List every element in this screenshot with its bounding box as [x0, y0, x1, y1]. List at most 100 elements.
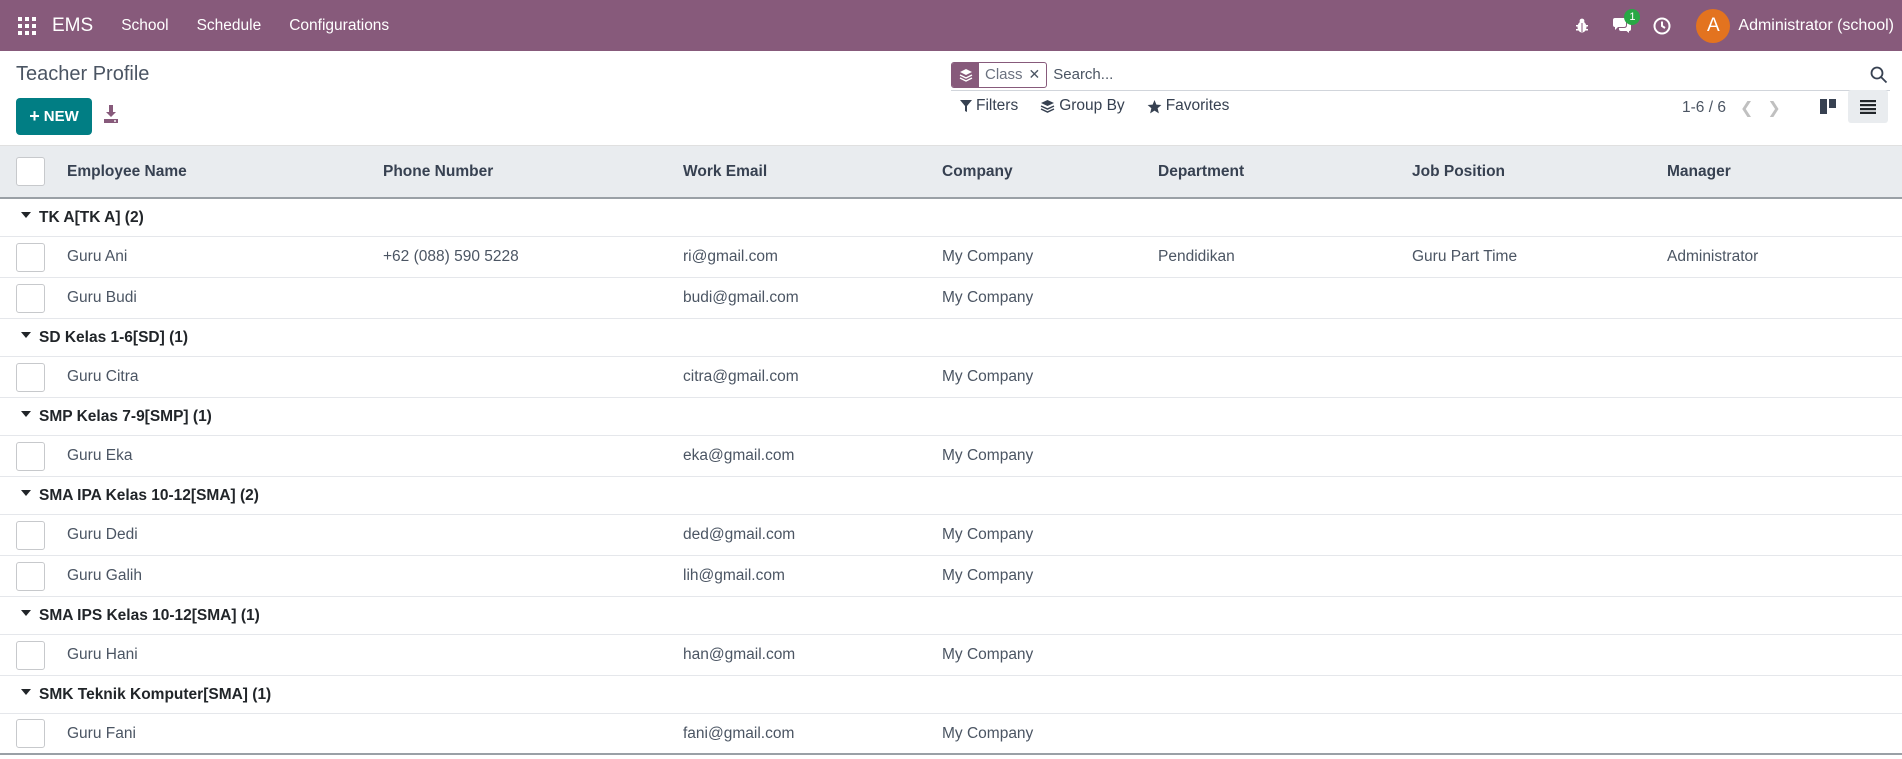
row-checkbox[interactable]	[16, 561, 45, 591]
column-employee-name[interactable]: Employee Name	[67, 163, 187, 181]
column-work-email[interactable]: Work Email	[683, 163, 767, 181]
list-table: Employee Name Phone Number Work Email Co…	[0, 146, 1902, 755]
caret-down-icon	[21, 211, 31, 218]
group-label: SMP Kelas 7-9[SMP] (1)	[39, 407, 212, 425]
column-department[interactable]: Department	[1158, 163, 1244, 181]
row-checkbox[interactable]	[16, 283, 45, 313]
download-icon[interactable]	[102, 104, 120, 124]
new-button-label: NEW	[43, 108, 79, 125]
star-icon	[1147, 99, 1162, 113]
column-manager[interactable]: Manager	[1667, 163, 1731, 181]
work-email-cell: eka@gmail.com	[683, 447, 795, 464]
row-checkbox[interactable]	[16, 640, 45, 670]
favorites-label: Favorites	[1165, 97, 1230, 114]
group-row[interactable]: SD Kelas 1-6[SD] (1)	[0, 319, 1902, 357]
company-cell: My Company	[942, 724, 1034, 742]
employee-name-cell: Guru Budi	[67, 289, 137, 306]
group-row[interactable]: TK A[TK A] (2)	[0, 199, 1902, 237]
apps-grid-icon[interactable]	[18, 16, 36, 35]
table-row[interactable]: Guru Citra citra@gmail.com My Company	[0, 357, 1902, 398]
chat-icon[interactable]: 1	[1602, 0, 1642, 51]
user-menu[interactable]: Administrator (school)	[1738, 17, 1894, 35]
employee-name-cell: Guru Citra	[67, 368, 139, 385]
search-bar: Class ✕	[951, 59, 1890, 91]
activity-clock-icon[interactable]	[1642, 0, 1682, 51]
pager-prev-icon[interactable]: ❮	[1740, 98, 1753, 118]
group-label: SMA IPA Kelas 10-12[SMA] (2)	[39, 486, 259, 504]
column-phone-number[interactable]: Phone Number	[383, 163, 493, 181]
group-label: SMA IPS Kelas 10-12[SMA] (1)	[39, 606, 260, 624]
search-icon[interactable]	[1868, 64, 1890, 86]
group-by-label: Group By	[1059, 97, 1125, 114]
table-row[interactable]: Guru Ani +62 (088) 590 5228 ri@gmail.com My…	[0, 237, 1902, 278]
employee-name-cell: Guru Ani	[67, 248, 128, 265]
table-row[interactable]: Guru Galih lih@gmail.com My Company	[0, 556, 1902, 597]
employee-name-cell: Guru Fani	[67, 724, 136, 742]
row-checkbox[interactable]	[16, 362, 45, 392]
group-label: SD Kelas 1-6[SD] (1)	[39, 328, 189, 346]
work-email-cell: ded@gmail.com	[683, 526, 796, 543]
table-row[interactable]: Guru Hani han@gmail.com My Company	[0, 635, 1902, 676]
chat-badge: 1	[1624, 9, 1641, 25]
menu-schedule[interactable]: Schedule	[197, 17, 262, 35]
group-label: SMK Teknik Komputer[SMA] (1)	[39, 685, 272, 703]
plus-icon: +	[29, 106, 40, 126]
column-job-position[interactable]: Job Position	[1412, 163, 1505, 181]
row-checkbox[interactable]	[16, 441, 45, 471]
column-company[interactable]: Company	[942, 163, 1013, 181]
company-cell: My Company	[942, 248, 1034, 265]
menu-school[interactable]: School	[121, 17, 168, 35]
row-checkbox[interactable]	[16, 719, 45, 748]
department-cell: Pendidikan	[1158, 248, 1235, 265]
facet-label: Class	[985, 66, 1023, 83]
select-all-checkbox[interactable]	[16, 157, 45, 186]
table-header: Employee Name Phone Number Work Email Co…	[0, 146, 1902, 199]
caret-down-icon	[21, 489, 31, 496]
row-checkbox[interactable]	[16, 242, 45, 272]
row-checkbox[interactable]	[16, 520, 45, 550]
phone-number-cell: +62 (088) 590 5228	[383, 248, 519, 265]
company-cell: My Company	[942, 368, 1034, 385]
app-brand[interactable]: EMS	[52, 15, 93, 37]
table-row[interactable]: Guru Eka eka@gmail.com My Company	[0, 436, 1902, 477]
employee-name-cell: Guru Hani	[67, 646, 138, 663]
avatar[interactable]: A	[1696, 8, 1731, 43]
page-title: Teacher Profile	[16, 63, 150, 85]
filters-button[interactable]: Filters	[960, 97, 1018, 115]
employee-name-cell: Guru Eka	[67, 447, 133, 464]
caret-down-icon	[21, 410, 31, 417]
facet-close-icon[interactable]: ✕	[1029, 66, 1047, 83]
view-switcher	[1808, 90, 1888, 123]
search-input[interactable]	[1053, 66, 1868, 83]
control-panel: Teacher Profile + NEW Class ✕ Filters Gr…	[0, 51, 1902, 146]
pager-next-icon[interactable]: ❯	[1767, 98, 1780, 118]
work-email-cell: citra@gmail.com	[683, 368, 799, 385]
debug-bug-icon[interactable]	[1562, 0, 1602, 51]
caret-down-icon	[21, 609, 31, 616]
filter-icon	[960, 99, 972, 112]
table-row[interactable]: Guru Fani fani@gmail.com My Company	[0, 714, 1902, 755]
search-options: Filters Group By Favorites	[960, 97, 1229, 115]
manager-cell: Administrator	[1667, 248, 1759, 265]
pager-value[interactable]: 1-6 / 6	[1682, 99, 1726, 117]
table-row[interactable]: Guru Budi budi@gmail.com My Company	[0, 278, 1902, 319]
layers-icon	[952, 62, 979, 87]
job-position-cell: Guru Part Time	[1412, 248, 1518, 265]
group-by-button[interactable]: Group By	[1040, 97, 1125, 115]
list-view-icon[interactable]	[1848, 90, 1888, 123]
caret-down-icon	[21, 331, 31, 338]
new-button[interactable]: + NEW	[16, 98, 92, 135]
menu-configurations[interactable]: Configurations	[289, 17, 389, 35]
group-row[interactable]: SMA IPS Kelas 10-12[SMA] (1)	[0, 597, 1902, 635]
group-row[interactable]: SMA IPA Kelas 10-12[SMA] (2)	[0, 477, 1902, 515]
kanban-view-icon[interactable]	[1808, 90, 1848, 123]
group-row[interactable]: SMK Teknik Komputer[SMA] (1)	[0, 676, 1902, 714]
table-row[interactable]: Guru Dedi ded@gmail.com My Company	[0, 515, 1902, 556]
group-row[interactable]: SMP Kelas 7-9[SMP] (1)	[0, 398, 1902, 436]
search-facet-class[interactable]: Class ✕	[951, 61, 1048, 88]
top-navbar: EMS School Schedule Configurations 1 A A…	[0, 0, 1902, 51]
filters-label: Filters	[976, 97, 1019, 114]
caret-down-icon	[21, 688, 31, 695]
company-cell: My Company	[942, 289, 1034, 306]
favorites-button[interactable]: Favorites	[1147, 97, 1230, 115]
